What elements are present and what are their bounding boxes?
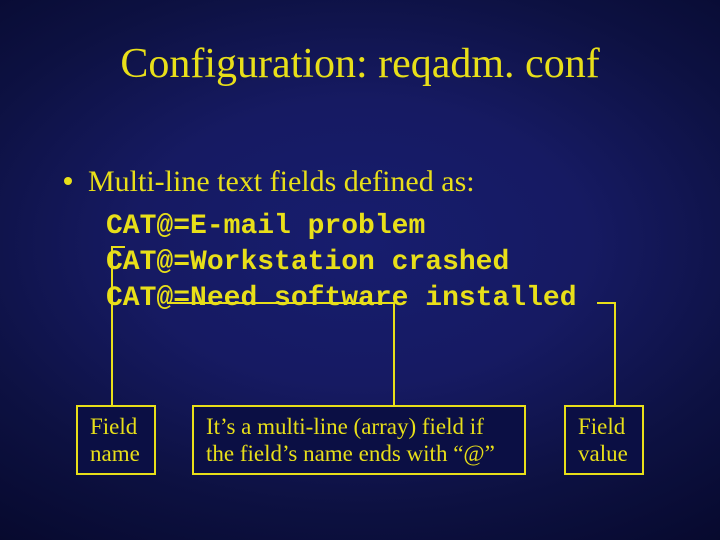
code-field-name: CAT@ bbox=[106, 283, 173, 314]
code-field-value: Need software installed bbox=[190, 283, 576, 314]
callout-field-value: Field value bbox=[564, 405, 644, 475]
code-field-name: CAT@ bbox=[106, 211, 173, 242]
bullet-text: Multi-line text fields defined as: bbox=[88, 165, 475, 198]
code-separator: = bbox=[173, 247, 190, 278]
code-block: CAT@=E-mail problem CAT@=Workstation cra… bbox=[106, 209, 577, 317]
callout-multiline-note: It’s a multi-line (array) field if the f… bbox=[192, 405, 526, 475]
code-field-name: CAT@ bbox=[106, 247, 173, 278]
bullet-dot-icon bbox=[64, 177, 72, 185]
slide-title: Configuration: reqadm. conf bbox=[0, 40, 720, 88]
bullet-item: Multi-line text fields defined as: bbox=[64, 165, 475, 199]
slide: Configuration: reqadm. conf Multi-line t… bbox=[0, 0, 720, 540]
code-field-value: Workstation crashed bbox=[190, 247, 509, 278]
callout-field-name: Field name bbox=[76, 405, 156, 475]
code-separator: = bbox=[173, 283, 190, 314]
code-field-value: E-mail problem bbox=[190, 211, 425, 242]
code-separator: = bbox=[173, 211, 190, 242]
